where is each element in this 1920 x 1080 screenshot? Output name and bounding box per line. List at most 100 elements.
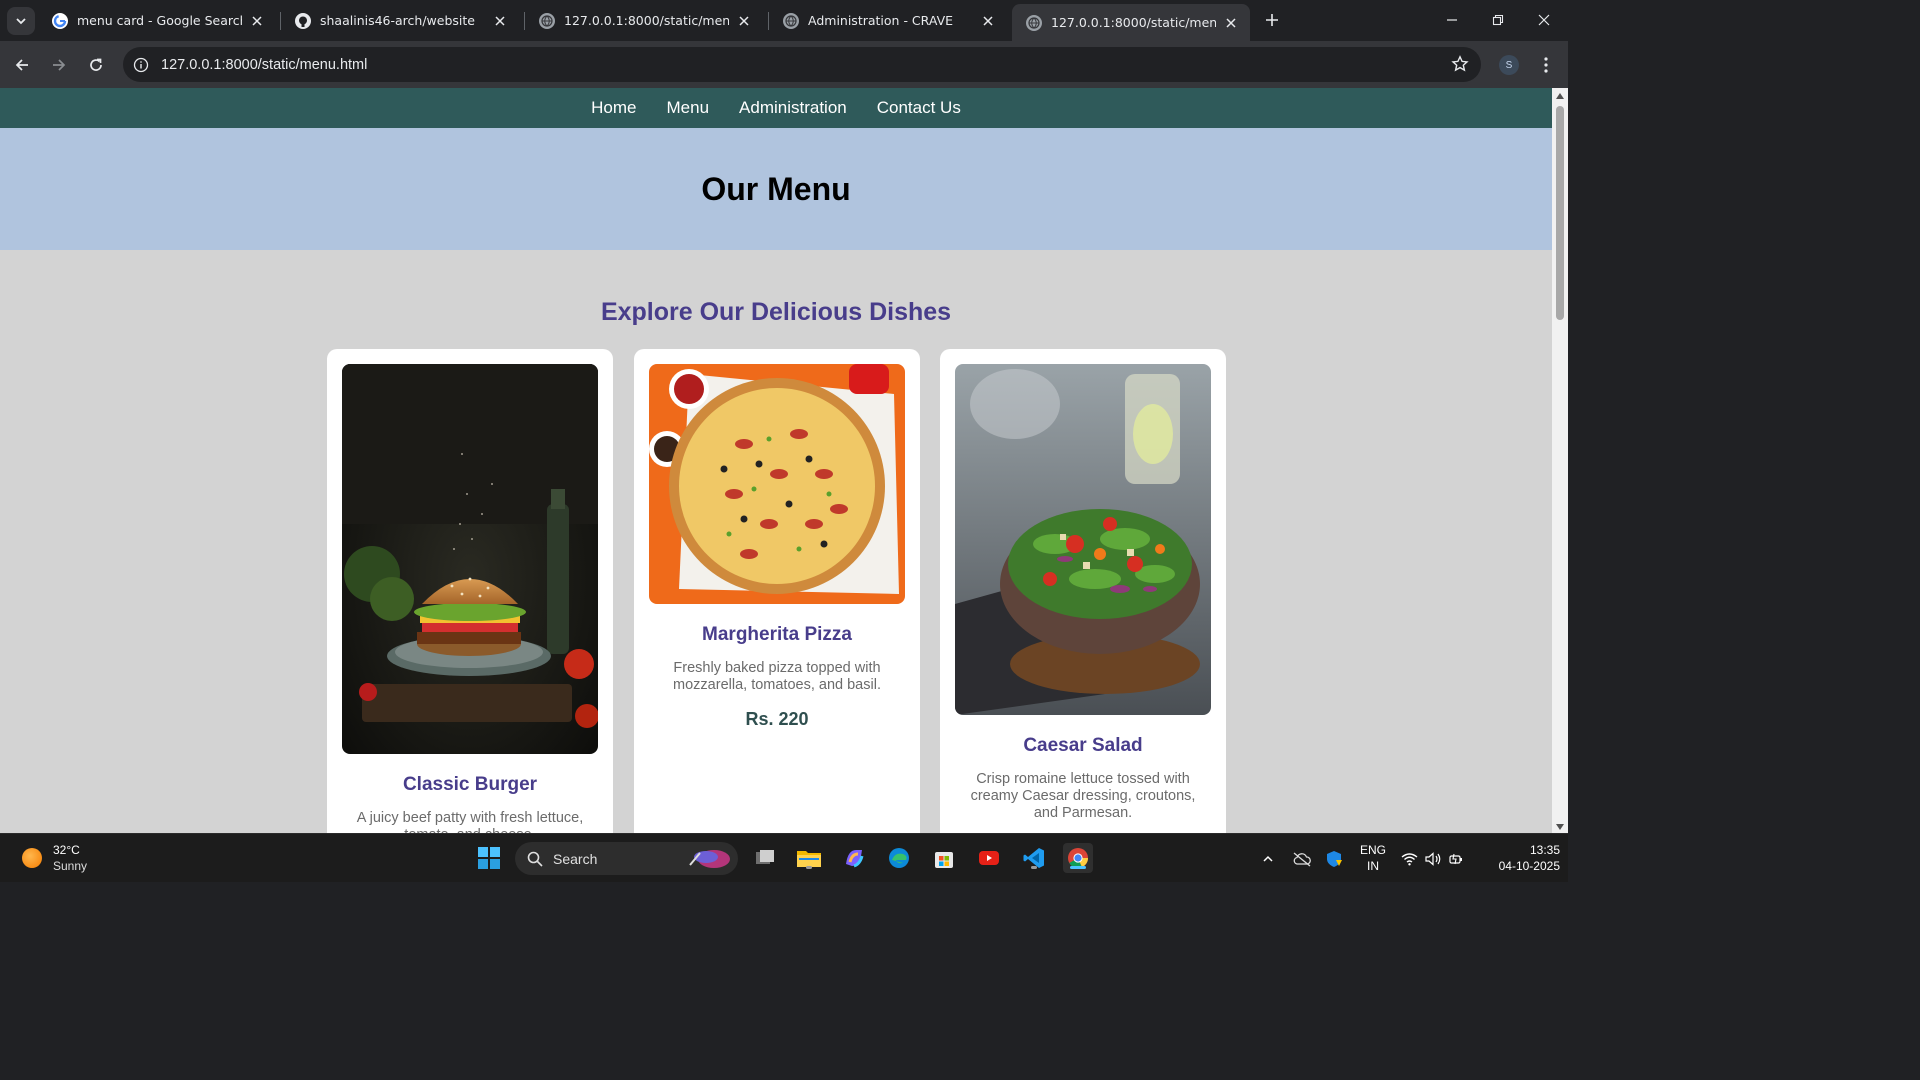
scroll-down-arrow-icon[interactable] xyxy=(1556,824,1564,830)
taskbar-search[interactable]: Search xyxy=(515,842,738,875)
nav-link-menu[interactable]: Menu xyxy=(667,98,710,118)
copilot-icon xyxy=(846,850,864,868)
chrome-button[interactable] xyxy=(1063,843,1093,873)
google-icon xyxy=(52,12,68,29)
running-indicator xyxy=(1031,866,1037,869)
tab-google-search[interactable]: menu card - Google Search xyxy=(38,4,276,37)
globe-icon xyxy=(783,12,799,29)
github-icon xyxy=(295,12,311,29)
tab-menu-page-active[interactable]: 127.0.0.1:8000/static/menu.htm xyxy=(1012,4,1250,41)
close-icon[interactable] xyxy=(491,12,509,30)
running-indicator xyxy=(806,866,812,869)
start-button[interactable] xyxy=(474,843,504,873)
new-tab-button[interactable] xyxy=(1260,8,1284,32)
pizza-image xyxy=(649,364,905,604)
wifi-icon xyxy=(1401,852,1418,865)
close-icon[interactable] xyxy=(1222,14,1240,32)
dish-name: Classic Burger xyxy=(402,774,538,795)
nav-link-administration[interactable]: Administration xyxy=(739,98,847,118)
scrollbar-thumb[interactable] xyxy=(1556,106,1564,320)
dish-card-burger: Classic Burger A juicy beef patty with f… xyxy=(327,349,613,833)
dish-card-pizza: Margherita Pizza Freshly baked pizza top… xyxy=(634,349,920,833)
arrow-left-icon xyxy=(15,59,28,71)
url-text[interactable]: 127.0.0.1:8000/static/menu.html xyxy=(161,57,367,73)
close-icon xyxy=(1538,14,1550,26)
back-button[interactable] xyxy=(8,51,36,79)
weather-desc: Sunny xyxy=(53,859,88,873)
security-tray-icon[interactable] xyxy=(1323,834,1345,883)
chevron-up-icon xyxy=(1263,855,1273,862)
windows-logo-icon xyxy=(478,847,500,869)
dish-price: Rs. 220 xyxy=(745,709,809,729)
tab-administration[interactable]: Administration - CRAVE xyxy=(769,4,1007,37)
tab-search-button[interactable] xyxy=(7,7,35,35)
search-highlight-icon xyxy=(689,850,730,868)
language-code: ENG xyxy=(1359,843,1386,857)
shield-icon xyxy=(1327,850,1342,867)
info-icon[interactable] xyxy=(126,50,156,80)
language-indicator[interactable]: ENG IN xyxy=(1356,842,1390,874)
quick-settings-button[interactable] xyxy=(1400,834,1464,883)
close-icon[interactable] xyxy=(248,12,266,30)
cloud-off-icon xyxy=(1293,851,1311,867)
onedrive-tray-icon[interactable] xyxy=(1291,834,1313,883)
language-region: IN xyxy=(1367,859,1379,873)
youtube-icon xyxy=(979,851,999,865)
nav-link-contact[interactable]: Contact Us xyxy=(877,98,961,118)
minimize-button[interactable] xyxy=(1429,0,1475,40)
hero-banner: Our Menu xyxy=(0,128,1552,250)
search-icon xyxy=(527,851,543,867)
star-icon[interactable] xyxy=(1451,55,1469,73)
browser-toolbar: 127.0.0.1:8000/static/menu.html S xyxy=(0,41,1568,88)
dish-name: Caesar Salad xyxy=(1023,735,1143,756)
tab-title: 127.0.0.1:8000/static/menu.htm xyxy=(1051,15,1216,30)
tab-title: menu card - Google Search xyxy=(77,13,242,28)
search-label: Search xyxy=(553,850,598,867)
close-icon[interactable] xyxy=(979,12,997,30)
close-icon[interactable] xyxy=(735,12,753,30)
scroll-up-arrow-icon[interactable] xyxy=(1556,93,1564,99)
page-scrollbar[interactable] xyxy=(1552,88,1568,833)
reload-icon xyxy=(90,58,102,71)
sun-icon xyxy=(22,848,42,868)
chevron-down-icon xyxy=(16,18,26,25)
forward-button[interactable] xyxy=(45,51,73,79)
burger-image xyxy=(342,364,598,754)
more-menu-icon[interactable] xyxy=(1536,55,1556,75)
running-indicator xyxy=(1070,866,1086,869)
dish-description: A juicy beef patty with fresh lettuce, t… xyxy=(356,810,584,833)
close-window-button[interactable] xyxy=(1521,0,1567,40)
tab-github[interactable]: shaalinis46-arch/website xyxy=(281,4,519,37)
plus-icon xyxy=(1266,14,1278,26)
dish-card-salad: Caesar Salad Crisp romaine lettuce tosse… xyxy=(940,349,1226,833)
youtube-button[interactable] xyxy=(974,843,1004,873)
globe-icon xyxy=(1026,14,1042,31)
vscode-button[interactable] xyxy=(1019,843,1049,873)
arrow-right-icon xyxy=(53,59,66,71)
edge-button[interactable] xyxy=(884,843,914,873)
globe-icon xyxy=(539,12,555,29)
store-button[interactable] xyxy=(929,843,959,873)
file-explorer-button[interactable] xyxy=(794,843,824,873)
copilot-button[interactable] xyxy=(839,843,869,873)
show-hidden-icons-button[interactable] xyxy=(1258,834,1278,883)
nav-link-home[interactable]: Home xyxy=(591,98,636,118)
store-icon xyxy=(935,852,953,868)
battery-icon xyxy=(1449,853,1462,864)
reload-button[interactable] xyxy=(82,51,110,79)
dish-description: Crisp romaine lettuce tossed with creamy… xyxy=(970,771,1196,821)
task-view-button[interactable] xyxy=(750,843,780,873)
system-clock[interactable]: 13:35 04-10-2025 xyxy=(1480,842,1560,874)
site-navbar: Home Menu Administration Contact Us xyxy=(0,88,1552,128)
clock-date: 04-10-2025 xyxy=(1498,859,1560,873)
profile-avatar[interactable]: S xyxy=(1499,55,1519,75)
address-bar[interactable]: 127.0.0.1:8000/static/menu.html xyxy=(123,47,1481,82)
task-view-icon xyxy=(756,850,774,864)
restore-icon xyxy=(1492,14,1504,26)
tab-strip: menu card - Google Search shaalinis46-ar… xyxy=(0,0,1568,41)
weather-widget[interactable]: 32°C Sunny xyxy=(22,842,87,874)
clock-time: 13:35 xyxy=(1529,843,1560,857)
restore-button[interactable] xyxy=(1475,0,1521,40)
tab-menu-page[interactable]: 127.0.0.1:8000/static/menu.htm xyxy=(525,4,763,37)
page-title: Our Menu xyxy=(701,170,851,207)
